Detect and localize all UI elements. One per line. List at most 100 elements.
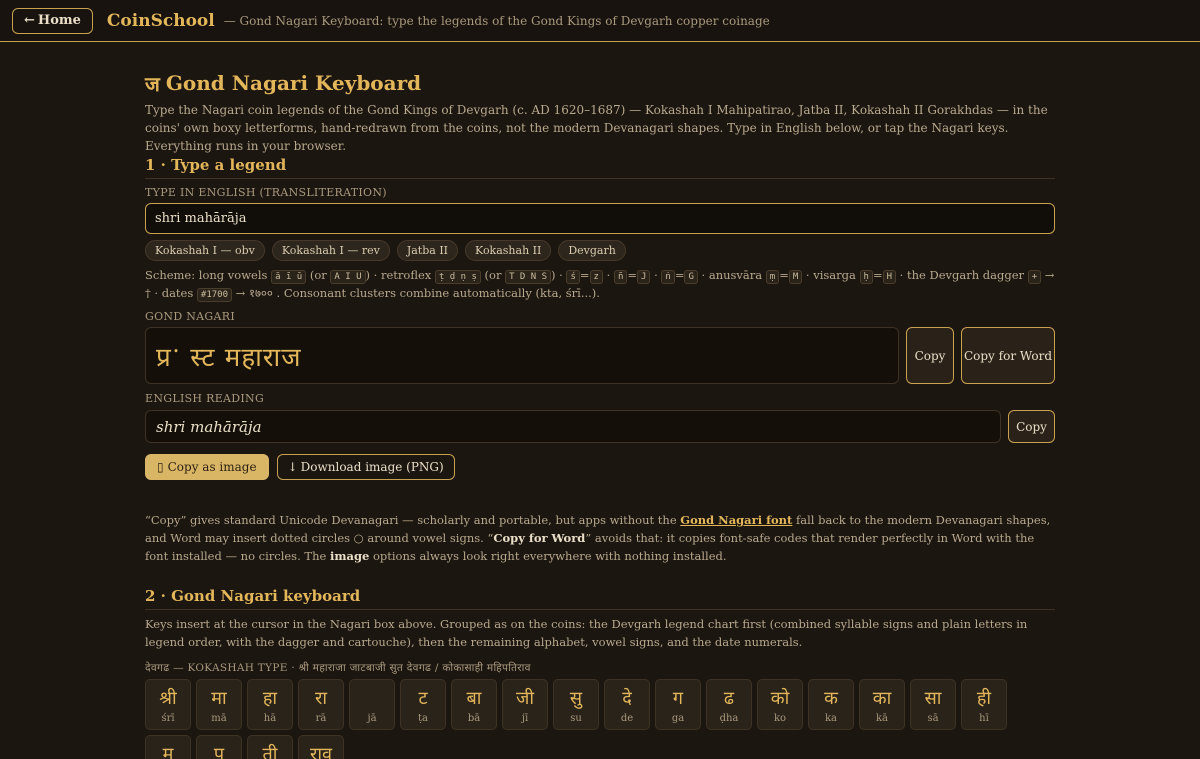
- arrow-left-icon: ←: [24, 13, 35, 28]
- clipboard-icon: ▯: [157, 460, 164, 474]
- preset-chip-kokashah-i-rev[interactable]: Kokashah I — rev: [271, 240, 390, 261]
- key-glyph: सा: [924, 688, 942, 709]
- key-label: bā: [467, 713, 481, 724]
- scheme-text: =: [627, 268, 637, 282]
- key-group-label: देवगढ — KOKASHAH TYPE · श्री महाराजा जाट…: [145, 662, 531, 674]
- download-image-button[interactable]: ↓ Download image (PNG): [276, 454, 455, 480]
- nagari-key-ji[interactable]: जी jī: [502, 679, 548, 730]
- main-content: ज Gond Nagari Keyboard Type the Nagari c…: [145, 70, 1055, 759]
- copy-for-word-button[interactable]: Copy for Word: [961, 327, 1055, 384]
- note-text: “Copy” gives standard Unicode Devanagari…: [145, 513, 681, 527]
- nagari-key-rav[interactable]: राव: [298, 735, 344, 759]
- key-label: śrī: [161, 713, 175, 724]
- nagari-key-pa[interactable]: प: [196, 735, 242, 759]
- section-type-legend-heading: 1 · Type a legend: [145, 156, 1055, 179]
- key-label: ga: [671, 713, 685, 724]
- note-bold: Copy for Word: [493, 531, 586, 545]
- nagari-key-ba[interactable]: बा bā: [451, 679, 497, 730]
- title-glyph: ज: [145, 71, 160, 96]
- nagari-key-su[interactable]: सु su: [553, 679, 599, 730]
- preset-chip-jatba-ii[interactable]: Jatba II: [396, 240, 459, 261]
- scheme-text: · the Devgarh dagger: [896, 268, 1028, 282]
- nagari-key-ha[interactable]: हा hā: [247, 679, 293, 730]
- scheme-key: T D N S: [505, 270, 552, 284]
- scheme-text: (or: [480, 268, 506, 282]
- nagari-key-shri[interactable]: श्री śrī: [145, 679, 191, 730]
- scheme-key: G: [684, 270, 698, 284]
- nagari-key-ra[interactable]: रा rā: [298, 679, 344, 730]
- scheme-key: ḥ: [859, 270, 873, 284]
- note-text: options always look right everywhere wit…: [369, 549, 727, 563]
- top-bar: ← Home CoinSchool — Gond Nagari Keyboard…: [0, 0, 1200, 42]
- scheme-key: ā ī ū: [271, 270, 307, 284]
- nagari-key-ga[interactable]: ग ga: [655, 679, 701, 730]
- key-glyph: श्री: [159, 688, 177, 709]
- brand-logo[interactable]: CoinSchool: [107, 11, 215, 31]
- nagari-output-box[interactable]: प्रॱ स्ट महाराज: [145, 327, 899, 384]
- scheme-text: =: [779, 268, 789, 282]
- home-button-label: Home: [37, 13, 81, 28]
- preset-chips: Kokashah I — obv Kokashah I — rev Jatba …: [145, 240, 626, 261]
- key-glyph: ही: [976, 688, 992, 709]
- nagari-key-sa[interactable]: सा sā: [910, 679, 956, 730]
- nagari-key-kaa[interactable]: का kā: [859, 679, 905, 730]
- nagari-key-ko[interactable]: को ko: [757, 679, 803, 730]
- transliteration-label: TYPE IN ENGLISH (TRANSLITERATION): [145, 186, 387, 199]
- key-label: ko: [773, 713, 787, 724]
- scheme-key: A I U: [330, 270, 366, 284]
- nagari-key-ma[interactable]: मा mā: [196, 679, 242, 730]
- scheme-text: ) · retroflex: [365, 268, 435, 282]
- key-glyph: ती: [262, 744, 278, 759]
- note-bold: image: [329, 549, 370, 563]
- nagari-key-de[interactable]: दे de: [604, 679, 650, 730]
- scheme-text: Scheme: long vowels: [145, 268, 272, 282]
- key-label: hī: [979, 713, 989, 724]
- preset-chip-kokashah-ii[interactable]: Kokashah II: [465, 240, 552, 261]
- key-label: sā: [927, 713, 939, 724]
- key-label: rā: [315, 713, 327, 724]
- preset-chip-kokashah-i-obv[interactable]: Kokashah I — obv: [145, 240, 265, 261]
- key-label: ṭa: [418, 713, 428, 724]
- scheme-text: ·: [602, 268, 614, 282]
- scheme-key: #1700: [196, 288, 233, 302]
- download-arrow-icon: ↓: [287, 460, 298, 474]
- gond-nagari-label: GOND NAGARI: [145, 310, 235, 323]
- page-intro: Type the Nagari coin legends of the Gond…: [145, 103, 1048, 153]
- nagari-key-hi[interactable]: ही hī: [961, 679, 1007, 730]
- scheme-text: =: [674, 268, 685, 282]
- key-label: jā: [367, 713, 377, 724]
- copy-nagari-button[interactable]: Copy: [906, 327, 954, 384]
- key-glyph: बा: [466, 688, 482, 709]
- scheme-key: J: [637, 270, 651, 284]
- scheme-text: ) ·: [551, 268, 567, 282]
- nagari-key-ja[interactable]: jā: [349, 679, 395, 730]
- key-label: mā: [211, 713, 227, 724]
- scheme-text: → १७०० . Consonant clusters combine auto…: [232, 286, 600, 300]
- page-title: ज Gond Nagari Keyboard: [145, 70, 1055, 96]
- home-button[interactable]: ← Home: [12, 7, 93, 34]
- key-glyph: राव: [309, 744, 333, 759]
- nagari-key-ka[interactable]: क ka: [808, 679, 854, 730]
- reading-row: shri mahārāja Copy: [145, 410, 1055, 443]
- nagari-key-tta[interactable]: ट ṭa: [400, 679, 446, 730]
- transliteration-input[interactable]: shri mahārāja: [145, 203, 1055, 234]
- title-text: Gond Nagari Keyboard: [165, 71, 422, 95]
- nagari-keyboard: श्री śrī मा mā हा hā रा rā jā ट ṭa बा bā जी jī …: [145, 679, 1055, 759]
- scheme-key: ñ: [613, 270, 628, 284]
- copy-as-image-label: Copy as image: [167, 460, 257, 474]
- nagari-output-row: प्रॱ स्ट महाराज Copy Copy for Word: [145, 327, 1055, 384]
- copy-as-image-button[interactable]: ▯ Copy as image: [145, 454, 269, 480]
- preset-chip-devgarh[interactable]: Devgarh: [558, 240, 626, 261]
- nagari-key-ti[interactable]: ती: [247, 735, 293, 759]
- nagari-key-ddha[interactable]: ढ ḍha: [706, 679, 752, 730]
- english-reading-box[interactable]: shri mahārāja: [145, 410, 1001, 443]
- key-glyph: मा: [211, 688, 227, 709]
- english-reading-label: ENGLISH READING: [145, 392, 265, 405]
- key-label: jī: [521, 713, 529, 724]
- copy-reading-button[interactable]: Copy: [1008, 410, 1055, 443]
- key-glyph: सु: [569, 688, 583, 709]
- gond-nagari-font-link[interactable]: Gond Nagari font: [680, 513, 792, 527]
- nagari-key-ma-short[interactable]: मma: [145, 735, 191, 759]
- key-label: su: [570, 713, 582, 724]
- scheme-text: =: [872, 268, 883, 282]
